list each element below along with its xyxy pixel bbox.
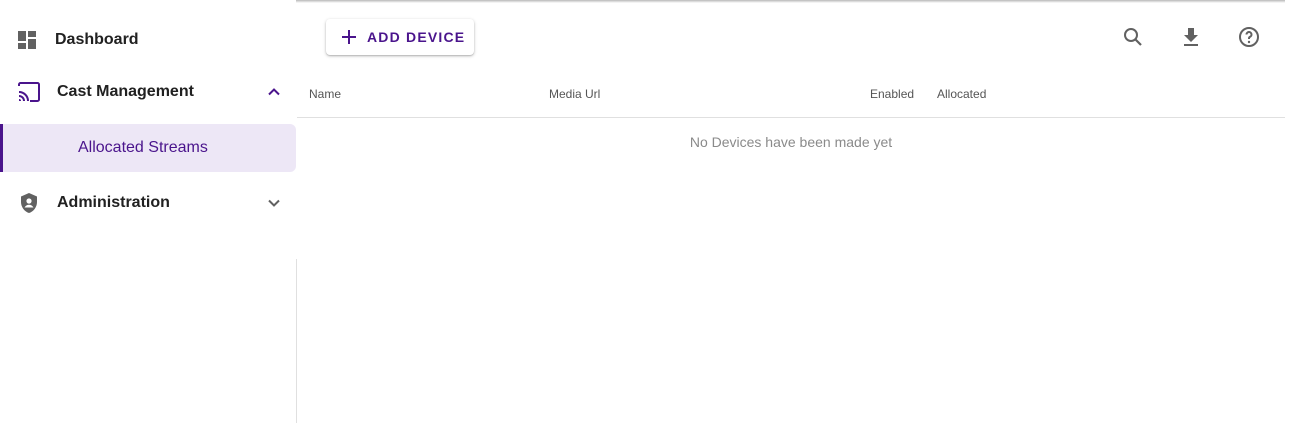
cast-icon [17, 81, 41, 103]
download-icon[interactable] [1179, 25, 1203, 49]
sidebar-item-administration[interactable]: Administration [0, 183, 296, 223]
admin-shield-icon [19, 192, 39, 214]
add-device-button[interactable]: ADD DEVICE [326, 19, 474, 55]
column-header-enabled[interactable]: Enabled [870, 87, 914, 101]
sidebar-item-label: Dashboard [55, 31, 139, 48]
add-device-label: ADD DEVICE [367, 29, 466, 45]
selected-indicator [0, 124, 3, 172]
sidebar-item-dashboard[interactable]: Dashboard [0, 20, 296, 60]
top-app-bar-shadow [296, 0, 1285, 3]
search-icon[interactable] [1121, 25, 1145, 49]
help-icon[interactable] [1237, 25, 1261, 49]
sidebar: Dashboard Cast Management Allocated Stre… [0, 0, 296, 423]
sidebar-item-label: Allocated Streams [78, 139, 208, 156]
empty-state-message: No Devices have been made yet [689, 134, 893, 150]
sidebar-divider [296, 259, 297, 423]
sidebar-item-allocated-streams[interactable]: Allocated Streams [0, 124, 296, 172]
sidebar-item-label: Cast Management [57, 83, 194, 100]
chevron-up-icon[interactable] [266, 84, 282, 100]
table-header: Name Media Url Enabled Allocated [297, 72, 1285, 118]
column-header-name[interactable]: Name [309, 87, 341, 101]
plus-icon [340, 28, 358, 51]
sidebar-item-label: Administration [57, 194, 170, 211]
sidebar-item-cast-management[interactable]: Cast Management [0, 72, 296, 112]
column-header-media-url[interactable]: Media Url [549, 87, 600, 101]
chevron-down-icon[interactable] [266, 195, 282, 211]
dashboard-icon [17, 30, 37, 50]
column-header-allocated[interactable]: Allocated [937, 87, 986, 101]
